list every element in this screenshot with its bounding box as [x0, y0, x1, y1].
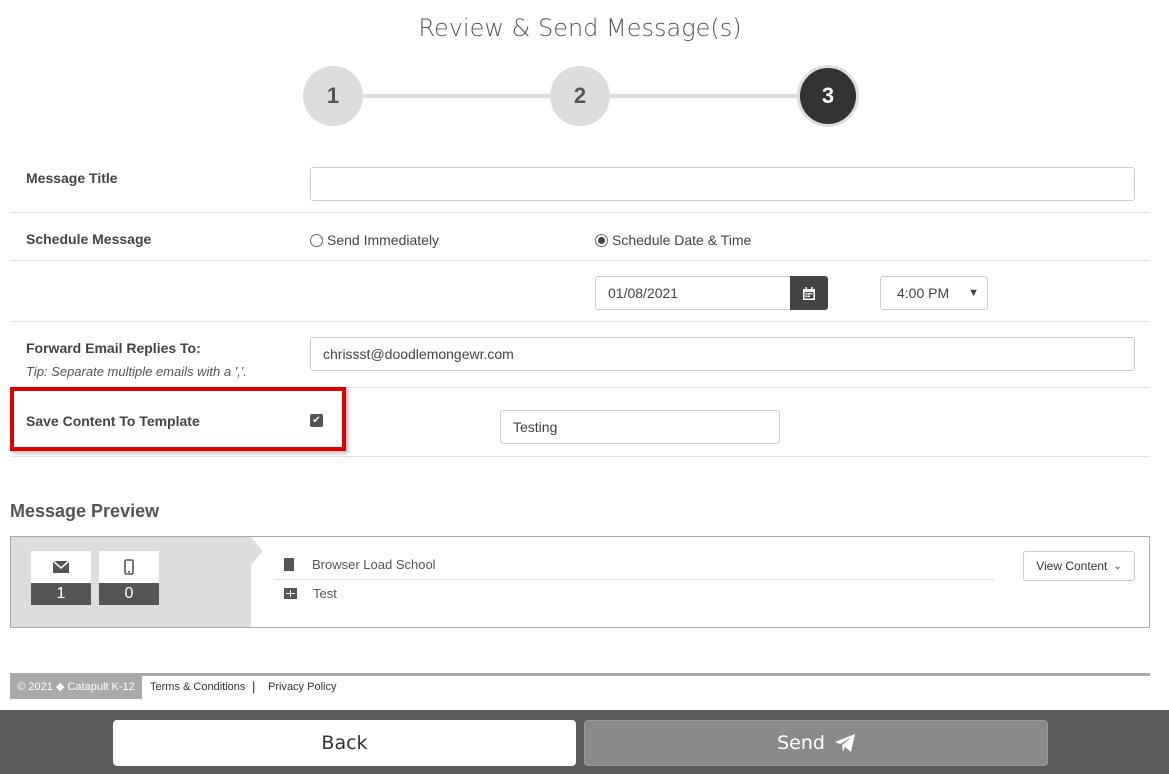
step-2[interactable]: 2: [550, 66, 610, 126]
page-title: Review & Send Message(s): [418, 14, 742, 42]
chevron-down-icon: ▼: [968, 287, 979, 299]
email-count-value: 1: [31, 583, 91, 605]
radio-label: Send Immediately: [327, 232, 440, 248]
send-button[interactable]: Send: [584, 720, 1048, 766]
save-template-label: Save Content To Template: [26, 413, 200, 429]
terms-link[interactable]: Terms & Conditions: [150, 681, 245, 693]
schedule-label: Schedule Message: [26, 231, 152, 247]
footer-separator: |: [252, 679, 256, 694]
radio-label: Schedule Date & Time: [612, 232, 752, 248]
schedule-datetime-radio[interactable]: Schedule Date & Time: [595, 232, 751, 248]
chevron-down-icon: ⌄: [1113, 560, 1122, 572]
divider: [10, 212, 1150, 213]
checkmark-icon: ✔: [312, 415, 321, 426]
sms-count: 0: [99, 551, 159, 605]
save-template-checkbox[interactable]: ✔: [310, 414, 323, 427]
time-value: 4:00 PM: [897, 285, 950, 301]
divider: [10, 321, 1150, 322]
building-icon: [284, 558, 294, 571]
panel-arrow: [251, 537, 263, 565]
forward-tip: Tip: Separate multiple emails with a ','…: [26, 364, 247, 379]
paper-plane-icon: [834, 734, 855, 752]
calendar-button[interactable]: [790, 276, 828, 310]
footer-rule: [10, 673, 1150, 676]
privacy-link[interactable]: Privacy Policy: [268, 681, 336, 693]
message-title-input[interactable]: [310, 167, 1135, 201]
action-bar: Back Send: [0, 710, 1169, 774]
school-row: Browser Load School: [284, 557, 436, 572]
envelope-icon: [31, 551, 91, 583]
radio-checked-icon: [595, 233, 608, 247]
divider: [275, 579, 995, 580]
mobile-phone-icon: [99, 551, 159, 583]
view-content-label: View Content: [1036, 559, 1108, 573]
calendar-icon: [803, 286, 815, 300]
time-select[interactable]: 4:00 PM ▼: [880, 276, 988, 310]
message-preview: 1 0 Browser Load School Test View Conten…: [10, 536, 1150, 628]
view-content-button[interactable]: View Content ⌄: [1023, 551, 1135, 581]
table-icon: [284, 588, 297, 599]
school-name: Browser Load School: [312, 557, 436, 572]
date-input[interactable]: 01/08/2021: [595, 276, 791, 310]
back-button[interactable]: Back: [113, 720, 576, 766]
forward-email-input[interactable]: chrissst@doodlemongewr.com: [310, 337, 1135, 371]
send-label: Send: [777, 732, 825, 754]
preview-heading: Message Preview: [10, 501, 160, 521]
group-row: Test: [284, 586, 337, 601]
group-name: Test: [313, 586, 337, 601]
divider: [10, 260, 1150, 261]
forward-label: Forward Email Replies To:: [26, 340, 201, 356]
step-1[interactable]: 1: [303, 66, 363, 126]
copyright: © 2021 ◆ Catapult K-12: [10, 676, 142, 699]
message-title-label: Message Title: [26, 170, 118, 186]
sms-count-value: 0: [99, 583, 159, 605]
email-count: 1: [31, 551, 91, 605]
send-immediately-radio[interactable]: Send Immediately: [310, 232, 439, 248]
template-name-input[interactable]: Testing: [500, 410, 780, 444]
divider: [10, 456, 1150, 457]
step-3[interactable]: 3: [797, 65, 859, 127]
radio-icon: [310, 233, 323, 247]
